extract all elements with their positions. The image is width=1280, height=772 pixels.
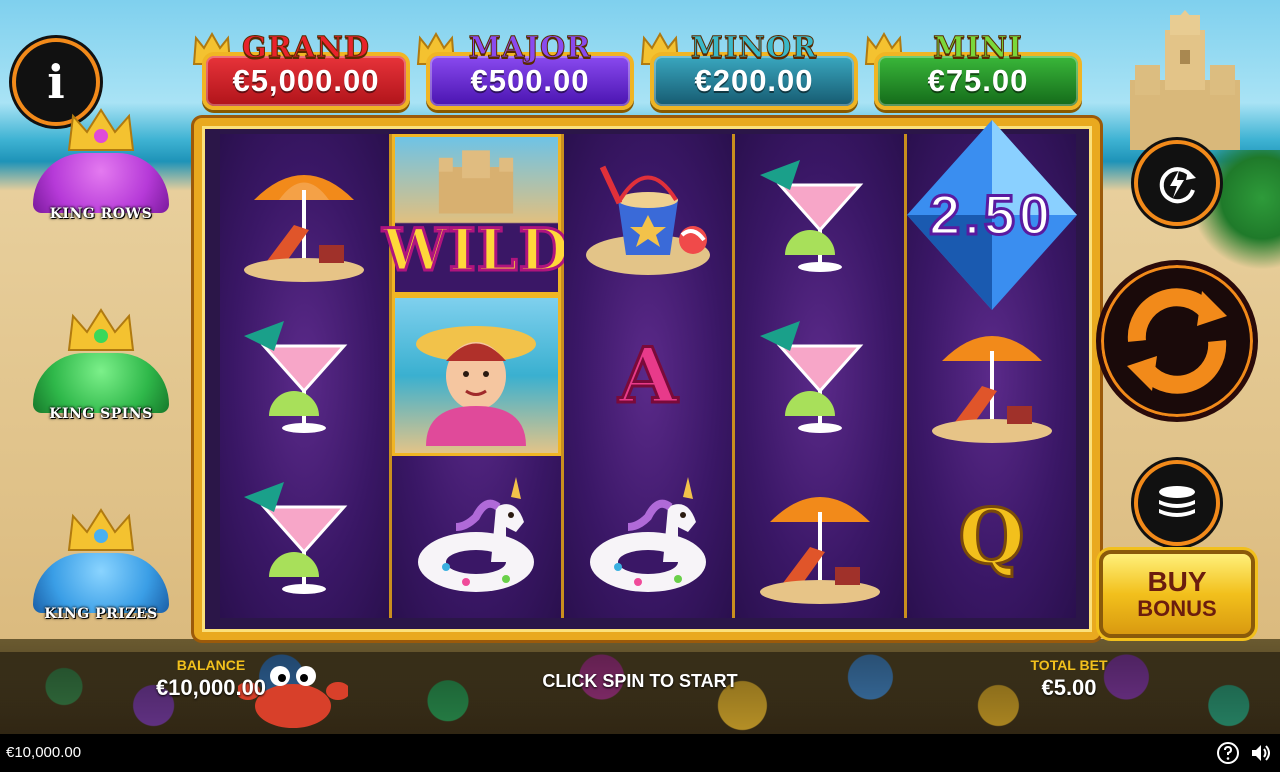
- jackpot-major: €500.00 MAJOR: [416, 30, 640, 116]
- symbol-beach-chair: [220, 134, 389, 295]
- reel-2: WILD: [381, 134, 570, 618]
- buy-bonus-button[interactable]: BUY BONUS: [1099, 550, 1255, 638]
- wild-label: WILD: [381, 214, 570, 285]
- bottom-balance: €10,000.00: [6, 744, 82, 761]
- reels-grid: WILD A 2.50 Q: [220, 120, 1078, 618]
- bet-coins-button[interactable]: [1134, 460, 1220, 546]
- crown-icon: [67, 508, 135, 551]
- jackpot-title: MINOR: [690, 30, 818, 65]
- reel-5: 2.50 Q: [907, 120, 1078, 618]
- symbol-diamond-multiplier: 2.50: [907, 120, 1078, 310]
- symbol-sand-bucket: [564, 134, 733, 295]
- total-bet-label: TOTAL BET: [1030, 657, 1108, 673]
- help-icon[interactable]: [1216, 741, 1240, 765]
- symbol-letter-q: Q: [907, 456, 1076, 617]
- crown-icon: [67, 108, 135, 151]
- letter-a-label: A: [617, 330, 679, 422]
- turbo-icon: [1159, 167, 1196, 204]
- symbol-cocktail: [220, 456, 389, 617]
- spin-button[interactable]: [1096, 260, 1258, 422]
- gems-pile-purple: [33, 153, 169, 213]
- sound-icon[interactable]: [1249, 741, 1273, 765]
- symbol-wild: WILD: [381, 134, 570, 295]
- buy-bonus-line1: BUY: [1147, 566, 1207, 597]
- reel-3: A: [563, 134, 736, 618]
- symbol-cocktail: [735, 134, 904, 295]
- feature-king-spins: KING SPINS: [30, 306, 172, 426]
- total-bet-value: €5.00: [1041, 675, 1097, 700]
- symbol-lady-character: [391, 295, 561, 456]
- jackpot-title: MINI: [933, 30, 1023, 65]
- symbol-unicorn-float: [392, 456, 561, 617]
- info-icon: i: [47, 55, 65, 109]
- gems-pile-green: [33, 353, 169, 413]
- coins-icon: [1159, 486, 1195, 517]
- reel-4: [735, 134, 908, 618]
- balance-value: €10,000.00: [155, 675, 267, 700]
- jackpot-minor: €200.00 MINOR: [640, 30, 864, 116]
- symbol-unicorn-float: [564, 456, 733, 617]
- bottom-bar: [0, 734, 1280, 772]
- symbol-letter-a: A: [564, 295, 733, 456]
- letter-q-label: Q: [957, 491, 1026, 583]
- symbol-cocktail: [220, 295, 389, 456]
- symbol-cocktail: [735, 295, 904, 456]
- multiplier-value: 2.50: [928, 182, 1055, 248]
- feature-label: KING SPINS: [49, 406, 153, 422]
- jackpot-title: MAJOR: [468, 30, 592, 65]
- spin-icon: [1127, 288, 1227, 394]
- turbo-button[interactable]: [1134, 140, 1220, 226]
- crown-icon: [67, 308, 135, 351]
- symbol-beach-chair: [735, 456, 904, 617]
- feature-king-prizes: KING PRIZES: [30, 506, 172, 626]
- status-message: CLICK SPIN TO START: [542, 671, 738, 691]
- feature-label: KING ROWS: [49, 206, 153, 222]
- feature-king-rows: KING ROWS: [30, 106, 172, 226]
- balance-label: BALANCE: [176, 657, 246, 673]
- jackpot-title: GRAND: [241, 30, 371, 65]
- gems-pile-blue: [33, 553, 169, 613]
- buy-bonus-line2: BONUS: [1137, 596, 1217, 621]
- sandcastle-decoration: [1130, 10, 1240, 150]
- symbol-beach-chair: [907, 295, 1076, 456]
- jackpot-mini: €75.00 MINI: [864, 30, 1088, 116]
- feature-label: KING PRIZES: [44, 606, 158, 622]
- jackpot-grand: €5,000.00 GRAND: [192, 30, 416, 116]
- reel-1: [220, 134, 392, 618]
